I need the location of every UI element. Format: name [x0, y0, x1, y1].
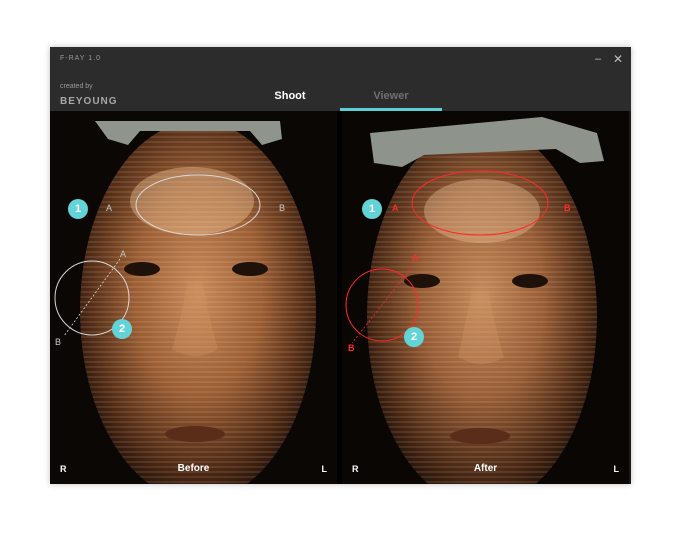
brand-prefix: created by [60, 83, 93, 90]
tab-shoot[interactable]: Shoot [240, 87, 340, 111]
after-point-b1: B [564, 203, 571, 213]
after-side-left: L [613, 464, 620, 474]
before-caption: Before [177, 463, 210, 474]
app-window: F-RAY 1.0 – ✕ created by BEYOUNG Shoot V… [50, 47, 631, 484]
tab-shoot-label: Shoot [274, 90, 306, 102]
before-point-a1: A [106, 203, 113, 213]
brand-name: BEYOUNG [60, 96, 118, 107]
app-title: F-RAY 1.0 [60, 55, 102, 62]
before-point-a2: A [120, 249, 127, 259]
before-badge-1: 1 [68, 199, 88, 219]
before-badge-2: 2 [112, 319, 132, 339]
title-bar: F-RAY 1.0 – ✕ created by BEYOUNG Shoot V… [50, 47, 631, 111]
brand-logo: created by BEYOUNG [60, 83, 118, 109]
before-point-b2: B [55, 337, 62, 347]
before-side-left: L [321, 464, 328, 474]
after-point-a2: A [412, 253, 419, 263]
minimize-button[interactable]: – [591, 52, 605, 66]
tab-viewer[interactable]: Viewer [340, 87, 442, 111]
after-face-image [342, 111, 629, 484]
tab-viewer-label: Viewer [373, 90, 409, 102]
after-badge-2: 2 [404, 327, 424, 347]
close-button[interactable]: ✕ [611, 52, 625, 66]
before-face-image [50, 111, 337, 484]
after-point-a1: A [392, 203, 399, 213]
after-point-b2: B [348, 343, 355, 353]
after-caption: After [473, 463, 498, 474]
after-image-panel[interactable]: 1 2 A B A B R After L [342, 111, 629, 484]
before-image-panel[interactable]: 1 2 A B A B R Before L [50, 111, 337, 484]
before-point-b1: B [279, 203, 286, 213]
after-badge-1: 1 [362, 199, 382, 219]
